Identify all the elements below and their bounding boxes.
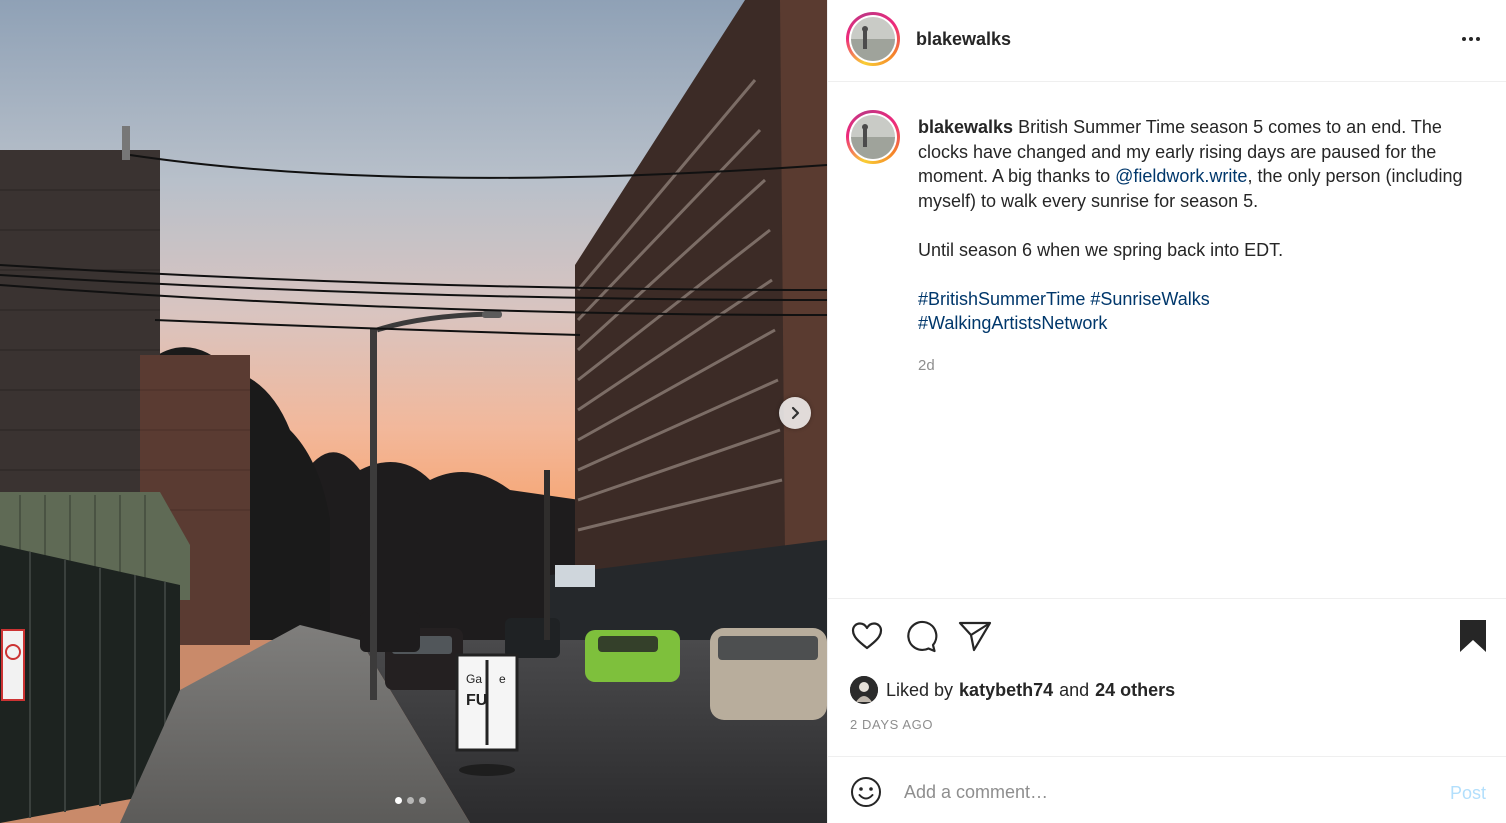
bookmark-icon[interactable] — [1454, 617, 1492, 655]
heart-icon[interactable] — [848, 617, 886, 655]
author-avatar[interactable] — [846, 12, 900, 66]
avatar-image — [851, 115, 895, 159]
carousel-dot-3 — [419, 797, 426, 804]
comment-input[interactable] — [904, 777, 1424, 807]
post-date: 2 DAYS AGO — [850, 717, 934, 732]
emoji-icon[interactable] — [850, 776, 882, 808]
caption-age: 2d — [918, 357, 935, 374]
post-caption: blakewalks British Summer Time season 5 … — [918, 115, 1478, 336]
caption-author-avatar[interactable] — [846, 110, 900, 164]
street-sunset-photo: Ga e FU — [0, 0, 827, 823]
liker-username[interactable]: katybeth74 — [959, 680, 1053, 701]
post-photo[interactable]: Ga e FU — [0, 0, 827, 823]
hashtag-link[interactable]: #SunriseWalks — [1090, 289, 1209, 309]
comment-bar: Post — [828, 756, 1506, 823]
author-username[interactable]: blakewalks — [916, 29, 1011, 50]
hashtag-link[interactable]: #WalkingArtistsNetwork — [918, 313, 1107, 333]
sign-text-3: FU — [466, 692, 487, 709]
more-options-button[interactable] — [1456, 28, 1486, 50]
hashtag-link[interactable]: #BritishSummerTime — [918, 289, 1085, 309]
next-photo-button[interactable] — [779, 397, 811, 429]
avatar-image — [851, 17, 895, 61]
carousel-indicators — [395, 797, 426, 804]
post-actions: Liked by katybeth74 and 24 others 2 DAYS… — [828, 598, 1506, 756]
carousel-dot-1 — [395, 797, 402, 804]
post-side-panel: blakewalks blakewalks British Summer Tim… — [827, 0, 1506, 823]
post-header: blakewalks — [828, 0, 1506, 82]
comment-icon[interactable] — [901, 617, 939, 655]
caption-section: blakewalks British Summer Time season 5 … — [828, 83, 1506, 598]
liked-by-prefix: Liked by — [886, 679, 954, 700]
sign-text-2: e — [499, 672, 506, 686]
paper-plane-icon[interactable] — [956, 617, 994, 655]
sign-text-1: Ga — [466, 672, 482, 686]
post-comment-button[interactable]: Post — [1450, 783, 1486, 804]
liker-avatar[interactable] — [850, 676, 878, 704]
likes-summary: Liked by katybeth74 and 24 others — [850, 676, 1175, 704]
more-horizontal-icon — [1462, 37, 1466, 41]
instagram-post: Ga e FU blakewalks blakewalks British Su… — [0, 0, 1506, 823]
mention-link[interactable]: @fieldwork.write — [1115, 166, 1247, 186]
others-count-link[interactable]: 24 others — [1095, 680, 1175, 701]
caption-username[interactable]: blakewalks — [918, 117, 1013, 137]
carousel-dot-2 — [407, 797, 414, 804]
chevron-right-icon — [791, 406, 800, 420]
liked-by-conjunction: and — [1059, 679, 1090, 700]
caption-paragraph-2: Until season 6 when we spring back into … — [918, 239, 1284, 260]
